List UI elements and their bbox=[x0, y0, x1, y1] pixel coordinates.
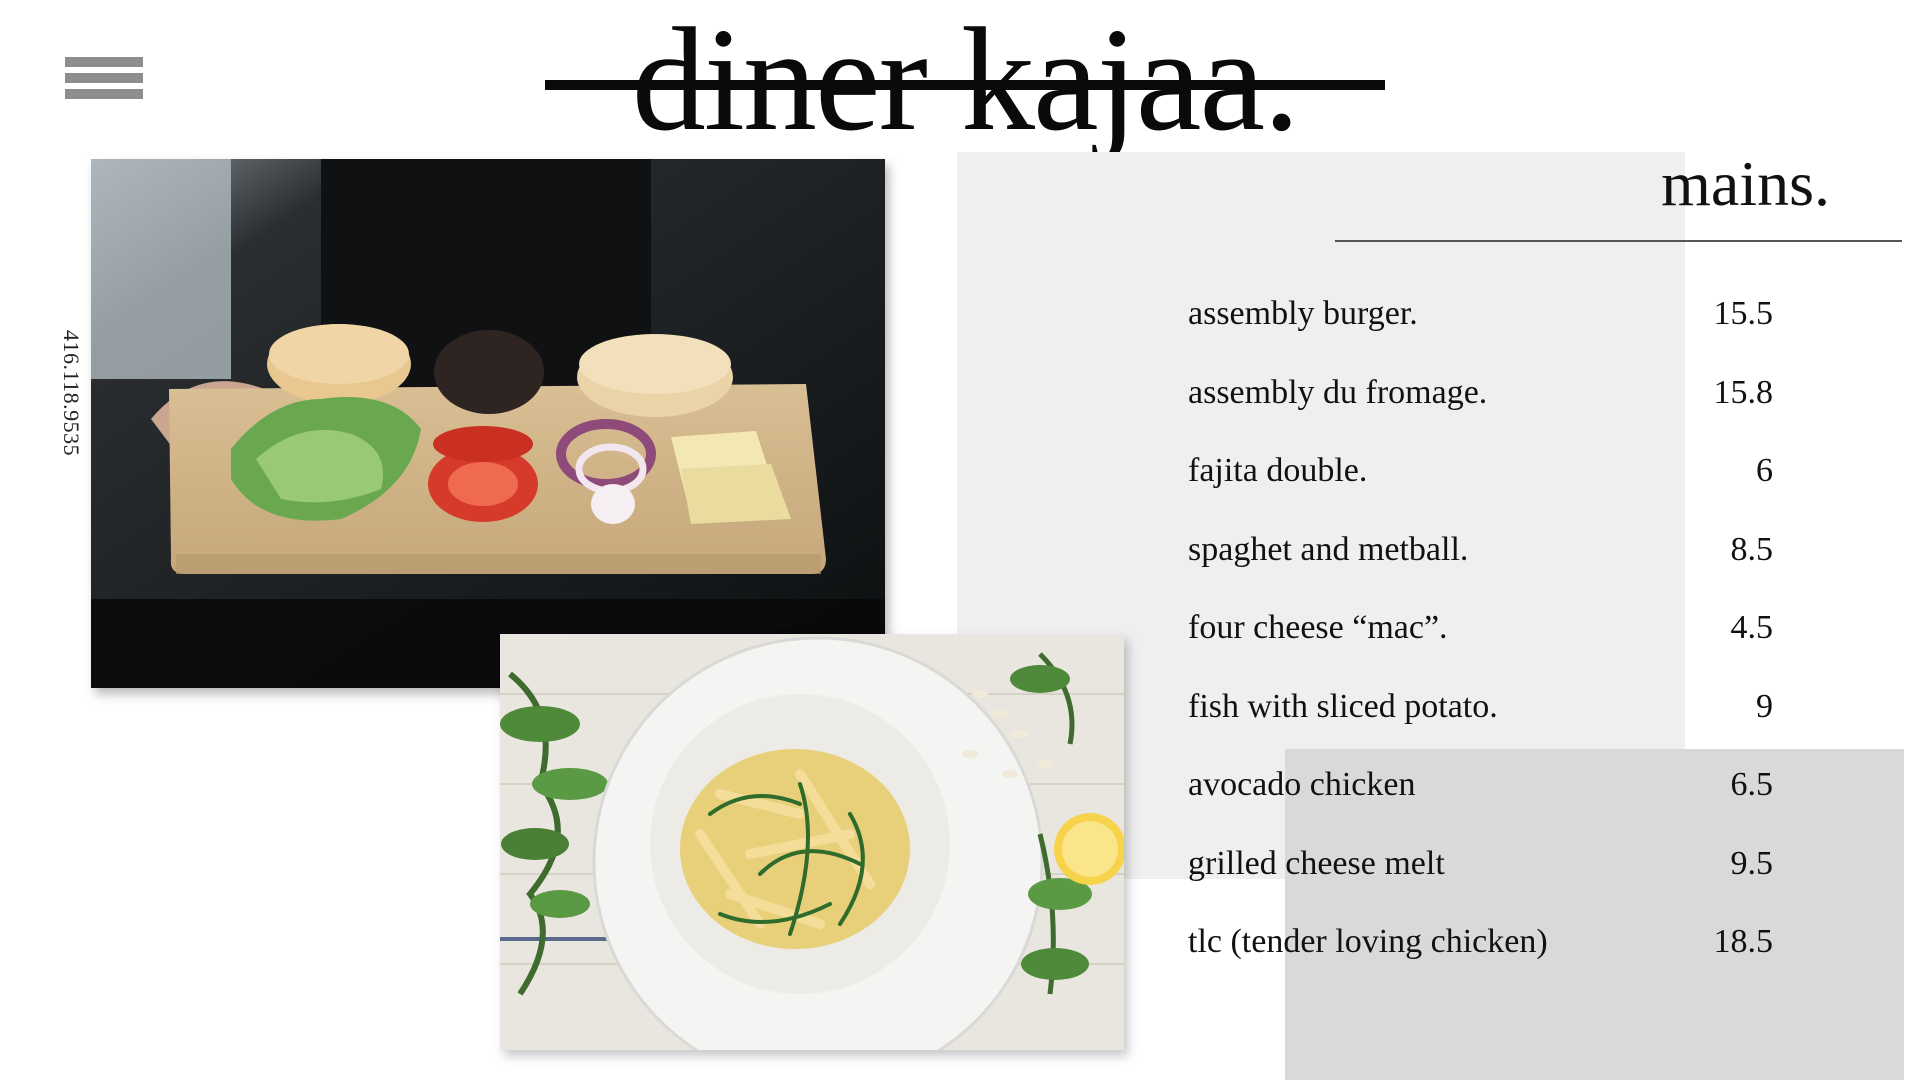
menu-item-price: 15.5 bbox=[1713, 295, 1774, 333]
menu-item[interactable]: four cheese “mac”. 4.5 bbox=[1188, 589, 1773, 668]
menu-item-name: assembly du fromage. bbox=[1188, 373, 1488, 411]
burger-ingredients-photo bbox=[91, 159, 885, 688]
menu-item[interactable]: tlc (tender loving chicken) 18.5 bbox=[1188, 903, 1773, 982]
menu-item-name: assembly burger. bbox=[1188, 295, 1418, 333]
menu-section-title: mains. bbox=[1661, 148, 1830, 219]
menu-item-price: 4.5 bbox=[1730, 609, 1774, 647]
menu-item-price: 9 bbox=[1756, 687, 1773, 725]
menu-item[interactable]: assembly burger. 15.5 bbox=[1188, 275, 1773, 354]
menu-item[interactable]: fish with sliced potato. 9 bbox=[1188, 668, 1773, 747]
menu-item-name: four cheese “mac”. bbox=[1188, 609, 1448, 647]
menu-item-price: 18.5 bbox=[1713, 923, 1774, 961]
menu-item-name: fish with sliced potato. bbox=[1188, 687, 1498, 725]
section-divider bbox=[1335, 240, 1902, 242]
menu-item-price: 15.8 bbox=[1713, 373, 1774, 411]
menu-item-name: spaghet and metball. bbox=[1188, 530, 1469, 568]
menu-item[interactable]: assembly du fromage. 15.8 bbox=[1188, 354, 1773, 433]
menu-list: assembly burger. 15.5 assembly du fromag… bbox=[1188, 275, 1773, 982]
hamburger-bar bbox=[65, 73, 143, 83]
brand-logo[interactable]: diner kajaa. bbox=[545, 0, 1385, 160]
menu-item-name: grilled cheese melt bbox=[1188, 844, 1445, 882]
hamburger-bar bbox=[65, 57, 143, 67]
menu-item-price: 9.5 bbox=[1730, 844, 1774, 882]
menu-item-name: avocado chicken bbox=[1188, 766, 1416, 804]
menu-item-price: 6.5 bbox=[1730, 766, 1774, 804]
menu-item-price: 8.5 bbox=[1730, 530, 1774, 568]
brand-strikethrough bbox=[545, 80, 1385, 90]
menu-item[interactable]: fajita double. 6 bbox=[1188, 432, 1773, 511]
menu-item-price: 6 bbox=[1756, 452, 1773, 490]
phone-number: 416.118.9535 bbox=[59, 330, 84, 457]
menu-item-name: fajita double. bbox=[1188, 452, 1368, 490]
menu-item[interactable]: spaghet and metball. 8.5 bbox=[1188, 511, 1773, 590]
hamburger-bar bbox=[65, 89, 143, 99]
menu-item[interactable]: avocado chicken 6.5 bbox=[1188, 746, 1773, 825]
pasta-plate-photo bbox=[500, 634, 1124, 1050]
menu-item[interactable]: grilled cheese melt 9.5 bbox=[1188, 825, 1773, 904]
menu-item-name: tlc (tender loving chicken) bbox=[1188, 923, 1548, 961]
hamburger-menu-icon[interactable] bbox=[65, 57, 143, 113]
